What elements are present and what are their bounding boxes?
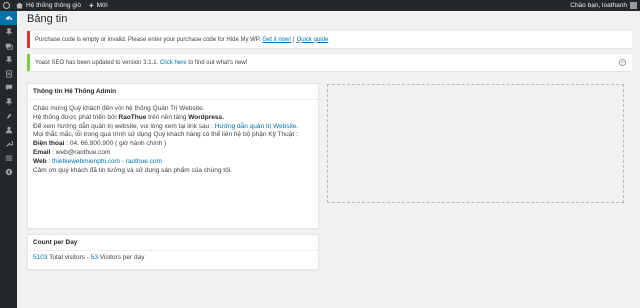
widget-title[interactable]: Thông tin Hệ Thống Admin <box>28 84 318 100</box>
thanks-text: Cảm ơn quý khách đã tin tưởng và sử dụng… <box>33 166 232 174</box>
click-here-link[interactable]: Click here <box>160 60 187 66</box>
support-text: Mọi thắc mắc, lỗi trong quá trình sử dụn… <box>33 131 298 139</box>
plus-icon: + <box>88 0 94 10</box>
phone-label: Điện thoại <box>33 140 65 148</box>
license-error-notice: Purchase code is empty or invalid. Pleas… <box>27 31 632 48</box>
collapse-icon[interactable] <box>0 165 17 179</box>
account-menu[interactable]: Chào bạn, loathanh <box>570 2 640 9</box>
appearance-icon[interactable] <box>0 109 17 123</box>
settings-icon[interactable] <box>0 151 17 165</box>
guide-link[interactable]: Hướng dẫn quản trị Website. <box>215 123 299 130</box>
users-icon[interactable] <box>0 123 17 137</box>
web-link-1[interactable]: thietkewebmienphi.com <box>52 158 120 165</box>
dismiss-icon[interactable]: × <box>619 59 626 66</box>
yoast-update-notice: Yoast SEO has been updated to version 3.… <box>27 54 632 71</box>
admin-sidebar <box>0 11 17 308</box>
pin-icon[interactable] <box>0 95 17 109</box>
visitors-per-day-label: Visitors per day <box>99 254 145 261</box>
phone-line: Điện thoại : 04. 66.800.900 ( giờ hành c… <box>33 140 313 149</box>
platform-name: Wordpress. <box>188 113 224 121</box>
pin-icon[interactable] <box>0 53 17 67</box>
brand-name: RaoThue <box>118 113 147 121</box>
notice-separator: | <box>293 36 295 43</box>
empty-widget-dropzone[interactable] <box>327 84 624 203</box>
count-per-day-widget: Count per Day 5103 Total visitors - 53 V… <box>27 234 319 270</box>
notice-text: Purchase code is empty or invalid. Pleas… <box>35 36 261 43</box>
total-visitors-value[interactable]: 5103 <box>33 254 47 261</box>
pages-icon[interactable] <box>0 67 17 81</box>
get-it-now-link[interactable]: Get it now! <box>262 37 291 43</box>
media-icon[interactable] <box>0 39 17 53</box>
email-label: Email <box>33 148 51 156</box>
admin-bar: Hệ thống thông gió + Mới Chào bạn, loath… <box>0 0 640 11</box>
site-name-link[interactable]: Hệ thống thông gió <box>12 0 85 11</box>
visitors-per-day-value: 53 <box>90 254 98 261</box>
email-line: Email : web@raothue.com <box>33 149 313 158</box>
notice-text: to find out what's new! <box>188 59 248 66</box>
site-name-label: Hệ thống thông gió <box>26 2 81 9</box>
comments-icon[interactable] <box>0 81 17 95</box>
total-visitors-label: Total visitors - <box>49 254 89 261</box>
quick-guide-link[interactable]: Quick guide <box>297 37 329 43</box>
main-content: Bảng tin Purchase code is empty or inval… <box>17 11 640 308</box>
greeting-text: Chào bạn, loathanh <box>570 2 627 9</box>
pin-icon[interactable] <box>0 25 17 39</box>
page-title: Bảng tin <box>27 13 68 25</box>
web-line: Web : thietkewebmienphi.com - raothue.co… <box>33 157 162 165</box>
developer-text: Hệ thống được phát triển bởi RaoThue trê… <box>33 113 224 121</box>
new-label: Mới <box>96 2 108 9</box>
avatar <box>630 2 637 9</box>
notice-text: Yoast SEO has been updated to version 3.… <box>35 59 159 66</box>
web-label: Web <box>33 157 47 165</box>
admin-info-widget: Thông tin Hệ Thống Admin Chào mừng Quý k… <box>27 83 319 229</box>
wordpress-logo-icon[interactable] <box>0 0 12 11</box>
phone-value: : 04. 66.800.900 ( giờ hành chính ) <box>66 140 167 148</box>
dashboard-icon[interactable] <box>0 11 17 25</box>
web-link-2[interactable]: raothue.com <box>126 158 162 165</box>
tools-icon[interactable] <box>0 137 17 151</box>
email-value: : web@raothue.com <box>52 148 111 156</box>
widget-title[interactable]: Count per Day <box>28 235 318 251</box>
new-content-button[interactable]: + Mới <box>85 0 112 11</box>
welcome-text: Chào mừng Quý khách đến với hệ thống Quả… <box>33 105 205 112</box>
home-icon <box>16 2 23 9</box>
